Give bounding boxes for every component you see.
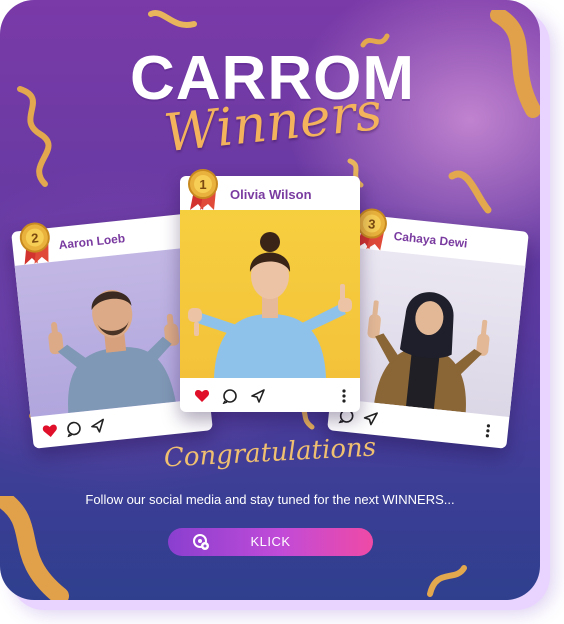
heart-icon[interactable] bbox=[194, 388, 210, 404]
klick-button[interactable]: KLICK bbox=[168, 528, 373, 556]
post-action-bar bbox=[180, 380, 360, 412]
medal-rank-number: 1 bbox=[199, 177, 206, 192]
more-icon[interactable] bbox=[340, 388, 348, 404]
more-icon[interactable] bbox=[483, 422, 493, 439]
comment-icon[interactable] bbox=[222, 388, 238, 404]
stage: CARROM Winners 2 Aaron Loeb 3 Cahaya Dew… bbox=[0, 0, 564, 624]
post-username: Olivia Wilson bbox=[230, 187, 312, 202]
post-username: Cahaya Dewi bbox=[393, 228, 469, 251]
medal-icon: 2 bbox=[19, 222, 50, 265]
person-illustration bbox=[188, 232, 352, 378]
medal-rank-number: 3 bbox=[367, 216, 376, 232]
post-photo bbox=[180, 210, 360, 378]
confetti-ribbon bbox=[490, 10, 540, 118]
comment-icon[interactable] bbox=[65, 420, 83, 438]
klick-button-label: KLICK bbox=[250, 534, 291, 549]
confetti-ribbon bbox=[17, 86, 52, 187]
confetti-ribbon bbox=[448, 170, 492, 214]
congratulations-text: Congratulations bbox=[163, 432, 377, 474]
heart-icon[interactable] bbox=[41, 422, 59, 440]
send-icon[interactable] bbox=[362, 410, 380, 428]
post-username: Aaron Loeb bbox=[57, 231, 126, 253]
winner-post-1[interactable]: 1 Olivia Wilson bbox=[180, 169, 360, 412]
post-header: 1 Olivia Wilson bbox=[180, 169, 360, 210]
confetti-ribbon bbox=[0, 496, 69, 600]
confetti-ribbon bbox=[427, 565, 467, 597]
follow-message: Follow our social media and stay tuned f… bbox=[85, 492, 455, 507]
send-icon[interactable] bbox=[89, 417, 107, 435]
medal-rank-number: 2 bbox=[30, 230, 39, 246]
winners-card: CARROM Winners 2 Aaron Loeb 3 Cahaya Dew… bbox=[0, 0, 540, 600]
send-icon[interactable] bbox=[250, 388, 266, 404]
confetti-ribbon bbox=[148, 10, 197, 29]
medal-icon: 1 bbox=[188, 169, 218, 210]
